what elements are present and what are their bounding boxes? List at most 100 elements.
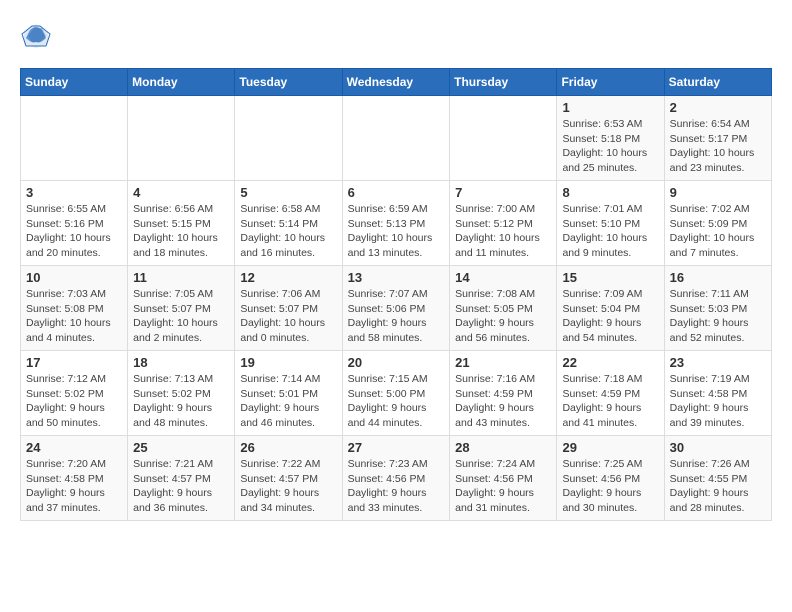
logo-icon	[20, 20, 52, 52]
days-header-row: SundayMondayTuesdayWednesdayThursdayFrid…	[21, 69, 772, 96]
day-number: 5	[240, 185, 336, 200]
day-cell	[21, 96, 128, 181]
day-cell: 10 Sunrise: 7:03 AM Sunset: 5:08 PM Dayli…	[21, 266, 128, 351]
day-cell: 27Sunrise: 7:23 AM Sunset: 4:56 PM Dayli…	[342, 436, 450, 521]
day-info: Sunrise: 7:20 AM Sunset: 4:58 PM Dayligh…	[26, 457, 122, 516]
day-number: 23	[670, 355, 766, 370]
day-number: 3	[26, 185, 122, 200]
day-cell	[450, 96, 557, 181]
day-info: Sunrise: 7:01 AM Sunset: 5:10 PM Dayligh…	[562, 202, 658, 261]
day-info: Sunrise: 6:55 AM Sunset: 5:16 PM Dayligh…	[26, 202, 122, 261]
day-cell: 28 Sunrise: 7:24 AM Sunset: 4:56 PM Dayli…	[450, 436, 557, 521]
day-cell: 3 Sunrise: 6:55 AM Sunset: 5:16 PM Daylig…	[21, 181, 128, 266]
day-info: Sunrise: 7:02 AM Sunset: 5:09 PM Dayligh…	[670, 202, 766, 261]
day-info: Sunrise: 6:56 AM Sunset: 5:15 PM Dayligh…	[133, 202, 229, 261]
day-cell	[128, 96, 235, 181]
day-number: 1	[562, 100, 658, 115]
day-cell	[235, 96, 342, 181]
day-cell: 1 Sunrise: 6:53 AM Sunset: 5:18 PM Daylig…	[557, 96, 664, 181]
day-number: 30	[670, 440, 766, 455]
day-info: Sunrise: 6:53 AM Sunset: 5:18 PM Dayligh…	[562, 117, 658, 176]
day-number: 26	[240, 440, 336, 455]
day-info: Sunrise: 7:26 AM Sunset: 4:55 PM Dayligh…	[670, 457, 766, 516]
day-header-saturday: Saturday	[664, 69, 771, 96]
day-cell: 13 Sunrise: 7:07 AM Sunset: 5:06 PM Dayli…	[342, 266, 450, 351]
day-info: Sunrise: 7:18 AM Sunset: 4:59 PM Dayligh…	[562, 372, 658, 431]
day-info: Sunrise: 7:15 AM Sunset: 5:00 PM Dayligh…	[348, 372, 445, 431]
day-cell: 24 Sunrise: 7:20 AM Sunset: 4:58 PM Dayli…	[21, 436, 128, 521]
day-cell: 22Sunrise: 7:18 AM Sunset: 4:59 PM Dayli…	[557, 351, 664, 436]
day-number: 12	[240, 270, 336, 285]
day-info: Sunrise: 7:07 AM Sunset: 5:06 PM Dayligh…	[348, 287, 445, 346]
day-number: 10	[26, 270, 122, 285]
logo	[20, 20, 58, 52]
day-number: 7	[455, 185, 551, 200]
day-cell: 29 Sunrise: 7:25 AM Sunset: 4:56 PM Dayli…	[557, 436, 664, 521]
day-cell: 17 Sunrise: 7:12 AM Sunset: 5:02 PM Dayli…	[21, 351, 128, 436]
day-header-tuesday: Tuesday	[235, 69, 342, 96]
day-info: Sunrise: 7:03 AM Sunset: 5:08 PM Dayligh…	[26, 287, 122, 346]
day-cell: 8 Sunrise: 7:01 AM Sunset: 5:10 PM Daylig…	[557, 181, 664, 266]
day-info: Sunrise: 7:05 AM Sunset: 5:07 PM Dayligh…	[133, 287, 229, 346]
day-header-friday: Friday	[557, 69, 664, 96]
day-number: 24	[26, 440, 122, 455]
day-info: Sunrise: 7:25 AM Sunset: 4:56 PM Dayligh…	[562, 457, 658, 516]
week-row-1: 1 Sunrise: 6:53 AM Sunset: 5:18 PM Daylig…	[21, 96, 772, 181]
day-cell: 23 Sunrise: 7:19 AM Sunset: 4:58 PM Dayli…	[664, 351, 771, 436]
day-info: Sunrise: 7:14 AM Sunset: 5:01 PM Dayligh…	[240, 372, 336, 431]
day-number: 28	[455, 440, 551, 455]
day-info: Sunrise: 7:23 AM Sunset: 4:56 PM Dayligh…	[348, 457, 445, 516]
day-number: 15	[562, 270, 658, 285]
day-number: 11	[133, 270, 229, 285]
day-cell: 7Sunrise: 7:00 AM Sunset: 5:12 PM Daylig…	[450, 181, 557, 266]
day-number: 8	[562, 185, 658, 200]
day-number: 14	[455, 270, 551, 285]
day-cell: 6 Sunrise: 6:59 AM Sunset: 5:13 PM Daylig…	[342, 181, 450, 266]
calendar-table: SundayMondayTuesdayWednesdayThursdayFrid…	[20, 68, 772, 521]
day-info: Sunrise: 7:16 AM Sunset: 4:59 PM Dayligh…	[455, 372, 551, 431]
day-cell: 2 Sunrise: 6:54 AM Sunset: 5:17 PM Daylig…	[664, 96, 771, 181]
day-cell: 11 Sunrise: 7:05 AM Sunset: 5:07 PM Dayli…	[128, 266, 235, 351]
day-number: 16	[670, 270, 766, 285]
day-number: 21	[455, 355, 551, 370]
day-info: Sunrise: 7:24 AM Sunset: 4:56 PM Dayligh…	[455, 457, 551, 516]
day-info: Sunrise: 6:54 AM Sunset: 5:17 PM Dayligh…	[670, 117, 766, 176]
day-info: Sunrise: 6:58 AM Sunset: 5:14 PM Dayligh…	[240, 202, 336, 261]
day-cell: 19 Sunrise: 7:14 AM Sunset: 5:01 PM Dayli…	[235, 351, 342, 436]
day-number: 19	[240, 355, 336, 370]
day-cell: 14 Sunrise: 7:08 AM Sunset: 5:05 PM Dayli…	[450, 266, 557, 351]
day-cell: 16Sunrise: 7:11 AM Sunset: 5:03 PM Dayli…	[664, 266, 771, 351]
day-info: Sunrise: 7:08 AM Sunset: 5:05 PM Dayligh…	[455, 287, 551, 346]
day-info: Sunrise: 7:13 AM Sunset: 5:02 PM Dayligh…	[133, 372, 229, 431]
day-cell: 20 Sunrise: 7:15 AM Sunset: 5:00 PM Dayli…	[342, 351, 450, 436]
day-info: Sunrise: 7:19 AM Sunset: 4:58 PM Dayligh…	[670, 372, 766, 431]
week-row-3: 10 Sunrise: 7:03 AM Sunset: 5:08 PM Dayli…	[21, 266, 772, 351]
day-info: Sunrise: 7:12 AM Sunset: 5:02 PM Dayligh…	[26, 372, 122, 431]
day-header-monday: Monday	[128, 69, 235, 96]
day-info: Sunrise: 7:09 AM Sunset: 5:04 PM Dayligh…	[562, 287, 658, 346]
week-row-5: 24 Sunrise: 7:20 AM Sunset: 4:58 PM Dayli…	[21, 436, 772, 521]
page-header	[20, 20, 772, 52]
day-cell: 12 Sunrise: 7:06 AM Sunset: 5:07 PM Dayli…	[235, 266, 342, 351]
day-number: 20	[348, 355, 445, 370]
day-cell: 25Sunrise: 7:21 AM Sunset: 4:57 PM Dayli…	[128, 436, 235, 521]
day-cell: 5 Sunrise: 6:58 AM Sunset: 5:14 PM Daylig…	[235, 181, 342, 266]
day-header-wednesday: Wednesday	[342, 69, 450, 96]
day-cell: 15 Sunrise: 7:09 AM Sunset: 5:04 PM Dayli…	[557, 266, 664, 351]
day-info: Sunrise: 6:59 AM Sunset: 5:13 PM Dayligh…	[348, 202, 445, 261]
day-cell	[342, 96, 450, 181]
day-number: 2	[670, 100, 766, 115]
week-row-4: 17 Sunrise: 7:12 AM Sunset: 5:02 PM Dayli…	[21, 351, 772, 436]
day-number: 13	[348, 270, 445, 285]
week-row-2: 3 Sunrise: 6:55 AM Sunset: 5:16 PM Daylig…	[21, 181, 772, 266]
day-info: Sunrise: 7:22 AM Sunset: 4:57 PM Dayligh…	[240, 457, 336, 516]
day-info: Sunrise: 7:21 AM Sunset: 4:57 PM Dayligh…	[133, 457, 229, 516]
day-number: 29	[562, 440, 658, 455]
day-cell: 4Sunrise: 6:56 AM Sunset: 5:15 PM Daylig…	[128, 181, 235, 266]
day-header-thursday: Thursday	[450, 69, 557, 96]
day-info: Sunrise: 7:06 AM Sunset: 5:07 PM Dayligh…	[240, 287, 336, 346]
day-number: 6	[348, 185, 445, 200]
day-number: 17	[26, 355, 122, 370]
day-cell: 18 Sunrise: 7:13 AM Sunset: 5:02 PM Dayli…	[128, 351, 235, 436]
day-number: 18	[133, 355, 229, 370]
